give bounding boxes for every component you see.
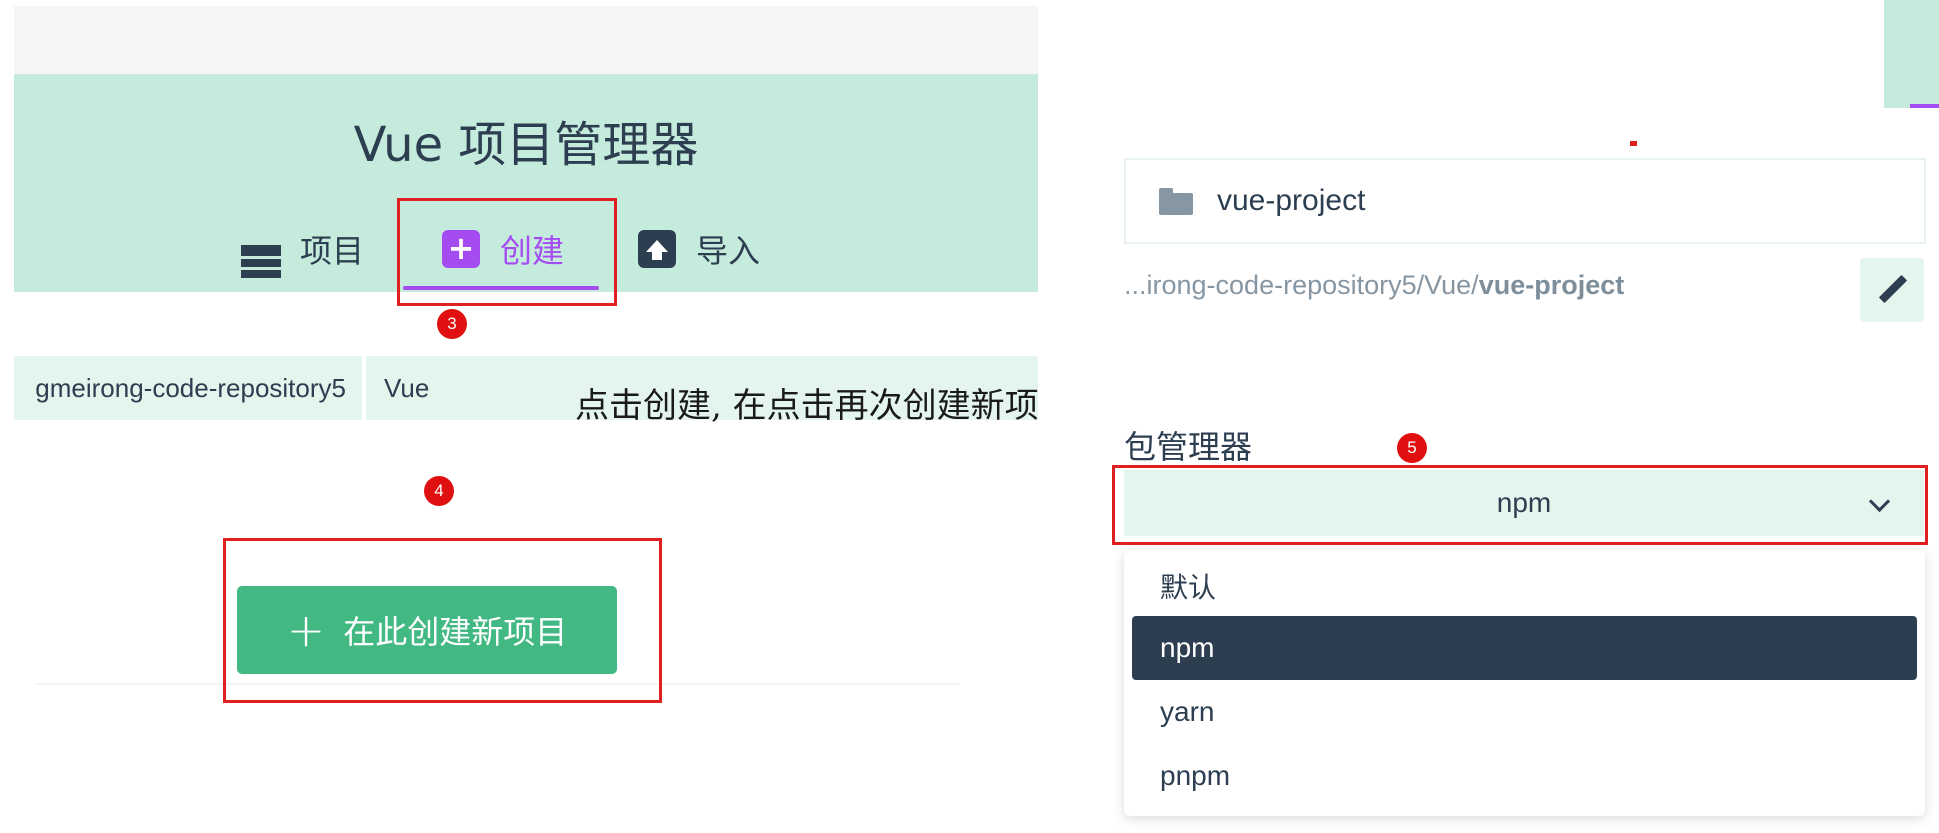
project-folder-field[interactable]: vue-project — [1124, 158, 1926, 244]
app-title: Vue 项目管理器 — [353, 117, 699, 173]
create-button-label: 在此创建新项目 — [343, 613, 568, 651]
tab-import-label: 导入 — [696, 232, 761, 270]
breadcrumb-segment[interactable]: gmeirong-code-repository5 — [0, 356, 358, 420]
tab-import[interactable]: 导入 — [636, 218, 760, 280]
plus-icon: + — [286, 603, 326, 657]
tab-projects[interactable]: 项目 — [240, 218, 364, 280]
project-path-prefix: ...irong-code-repository5/Vue/ — [1124, 270, 1479, 300]
breadcrumb-separator — [362, 356, 366, 420]
package-manager-dropdown: 默认 npm yarn pnpm — [1124, 550, 1925, 816]
dropdown-option-yarn[interactable]: yarn — [1132, 680, 1917, 744]
annotation-mark — [1630, 141, 1637, 146]
pencil-icon — [1877, 275, 1907, 305]
dropdown-option-pnpm[interactable]: pnpm — [1132, 744, 1917, 808]
breadcrumb-segment[interactable]: Vue — [384, 356, 429, 420]
tab-projects-label: 项目 — [300, 232, 365, 270]
annotation-box-create-tab — [397, 198, 617, 306]
folder-icon — [1159, 188, 1193, 215]
dropdown-option-default[interactable]: 默认 — [1132, 556, 1917, 620]
annotation-badge-5: 5 — [1397, 433, 1427, 463]
window-corner-indicator — [1910, 104, 1939, 108]
project-path-name: vue-project — [1478, 270, 1625, 300]
import-icon — [636, 229, 678, 269]
annotation-badge-3: 3 — [437, 309, 467, 339]
project-path: ...irong-code-repository5/Vue/vue-projec… — [1124, 270, 1624, 301]
annotation-box-package-manager — [1112, 465, 1928, 545]
project-folder-name: vue-project — [1217, 184, 1366, 217]
package-manager-label: 包管理器 — [1124, 428, 1253, 466]
annotation-badge-4: 4 — [424, 476, 454, 506]
dropdown-option-npm[interactable]: npm — [1132, 616, 1917, 680]
annotation-hint-text: 点击创建, 在点击再次创建新项 — [575, 386, 1039, 426]
list-icon — [240, 229, 282, 278]
window-top-strip — [14, 6, 1038, 75]
edit-path-button[interactable] — [1860, 258, 1924, 322]
create-project-here-button[interactable]: + 在此创建新项目 — [237, 586, 617, 674]
window-corner-header — [1884, 0, 1939, 108]
